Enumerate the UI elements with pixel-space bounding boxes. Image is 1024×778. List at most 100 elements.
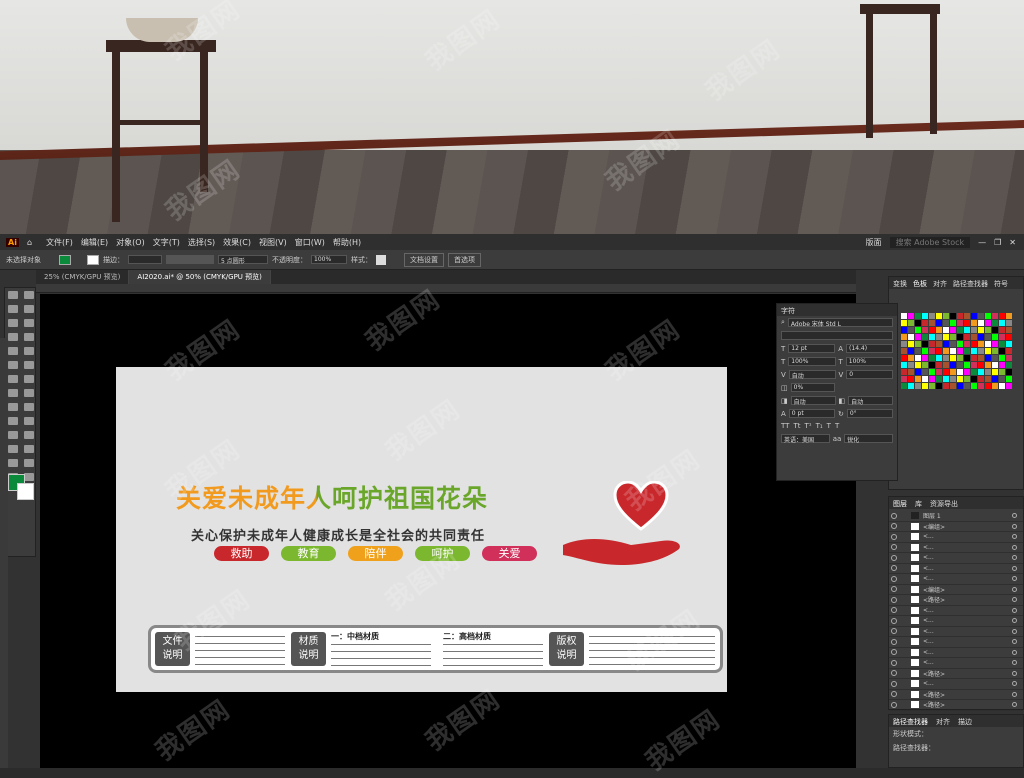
color-swatch[interactable] [950, 355, 956, 361]
color-swatch[interactable] [1006, 320, 1012, 326]
target-circle-icon[interactable] [1012, 513, 1017, 519]
subscript-icon[interactable]: T₁ [816, 422, 823, 430]
layer-row[interactable]: <路径> [889, 690, 1023, 700]
color-swatch[interactable] [936, 313, 942, 319]
color-swatch[interactable] [971, 369, 977, 375]
color-swatch[interactable] [999, 327, 1005, 333]
target-circle-icon[interactable] [1012, 586, 1017, 592]
color-swatch[interactable] [943, 376, 949, 382]
color-swatch[interactable] [999, 348, 1005, 354]
color-swatch[interactable] [929, 376, 935, 382]
color-swatch[interactable] [936, 376, 942, 382]
font-family-field[interactable]: Adobe 宋体 Std L [787, 318, 893, 328]
color-swatch[interactable] [985, 348, 991, 354]
color-swatch[interactable] [908, 362, 914, 368]
target-circle-icon[interactable] [1012, 597, 1017, 603]
artboard-tool-icon[interactable] [8, 459, 18, 467]
graph-tool-icon[interactable] [24, 445, 34, 453]
color-swatch[interactable] [957, 334, 963, 340]
swatch-grid[interactable] [899, 311, 1023, 391]
document-setup-button[interactable]: 文档设置 [404, 252, 444, 267]
direct-selection-tool-icon[interactable] [24, 291, 34, 299]
color-swatch[interactable] [992, 355, 998, 361]
color-swatch[interactable] [922, 376, 928, 382]
home-icon[interactable]: ⌂ [27, 238, 32, 247]
rectangle-tool-icon[interactable] [8, 347, 18, 355]
color-swatch[interactable] [915, 383, 921, 389]
menu-type[interactable]: 文字(T) [153, 237, 180, 248]
warp-icon[interactable] [8, 389, 18, 397]
color-swatch[interactable] [943, 320, 949, 326]
color-swatch[interactable] [922, 383, 928, 389]
tab-transform[interactable]: 变换 [893, 279, 907, 288]
baseline-shift-field[interactable]: 0 pt [788, 409, 835, 418]
color-swatch[interactable] [957, 341, 963, 347]
target-circle-icon[interactable] [1012, 649, 1017, 655]
color-swatch[interactable] [964, 348, 970, 354]
color-swatch[interactable] [957, 327, 963, 333]
color-swatch[interactable] [971, 355, 977, 361]
color-swatch[interactable] [1006, 376, 1012, 382]
color-swatch[interactable] [943, 383, 949, 389]
color-swatch[interactable] [957, 355, 963, 361]
color-swatch[interactable] [950, 362, 956, 368]
color-swatch[interactable] [950, 334, 956, 340]
color-swatch[interactable] [943, 341, 949, 347]
tracking-field[interactable]: 0 [846, 370, 893, 379]
color-swatch[interactable] [999, 334, 1005, 340]
color-swatch[interactable] [901, 348, 907, 354]
color-swatch[interactable] [936, 320, 942, 326]
color-swatch[interactable] [999, 362, 1005, 368]
color-swatch[interactable] [964, 327, 970, 333]
layer-row[interactable]: <编组> [889, 585, 1023, 595]
visibility-eye-icon[interactable] [891, 575, 897, 582]
color-swatch[interactable] [992, 383, 998, 389]
eyedropper-icon[interactable] [8, 431, 18, 439]
layer-row[interactable]: <路径> [889, 669, 1023, 679]
pen-tool-icon[interactable] [8, 319, 18, 327]
color-swatch[interactable] [922, 320, 928, 326]
color-swatch[interactable] [1006, 348, 1012, 354]
color-swatch[interactable] [964, 362, 970, 368]
color-swatch[interactable] [936, 348, 942, 354]
color-swatch[interactable] [929, 369, 935, 375]
color-swatch[interactable] [978, 383, 984, 389]
color-swatch[interactable] [964, 383, 970, 389]
layer-row[interactable]: <... [889, 574, 1023, 585]
color-swatch[interactable] [915, 355, 921, 361]
color-swatch[interactable] [985, 341, 991, 347]
color-swatch[interactable] [971, 313, 977, 319]
color-swatch[interactable] [922, 341, 928, 347]
stroke-swatch[interactable] [87, 254, 99, 265]
color-swatch[interactable] [992, 320, 998, 326]
layer-row[interactable]: <... [889, 616, 1023, 627]
color-swatch[interactable] [915, 341, 921, 347]
color-swatch[interactable] [943, 334, 949, 340]
stroke-weight-input[interactable] [128, 255, 162, 264]
color-swatch[interactable] [901, 383, 907, 389]
color-swatch[interactable] [978, 369, 984, 375]
leading-field[interactable]: (14.4) [846, 344, 894, 353]
color-swatch[interactable] [999, 320, 1005, 326]
color-swatch[interactable] [936, 355, 942, 361]
selection-tool-icon[interactable] [8, 291, 18, 299]
color-swatch[interactable] [950, 313, 956, 319]
color-swatch[interactable] [978, 327, 984, 333]
color-swatch[interactable] [1006, 362, 1012, 368]
color-swatch[interactable] [908, 320, 914, 326]
vertical-scale-field[interactable]: 100% [788, 357, 836, 366]
shaper-icon[interactable] [8, 361, 18, 369]
color-swatch[interactable] [978, 362, 984, 368]
visibility-eye-icon[interactable] [891, 554, 897, 561]
layer-row[interactable]: <... [889, 564, 1023, 574]
color-swatch[interactable] [978, 341, 984, 347]
color-swatch[interactable] [1006, 383, 1012, 389]
tab-align[interactable]: 对齐 [933, 279, 947, 288]
color-swatch[interactable] [999, 341, 1005, 347]
color-swatch[interactable] [964, 369, 970, 375]
color-swatch[interactable] [992, 376, 998, 382]
color-swatch[interactable] [908, 313, 914, 319]
target-circle-icon[interactable] [1012, 555, 1017, 561]
paintbrush-icon[interactable] [24, 347, 34, 355]
color-swatch[interactable] [971, 327, 977, 333]
